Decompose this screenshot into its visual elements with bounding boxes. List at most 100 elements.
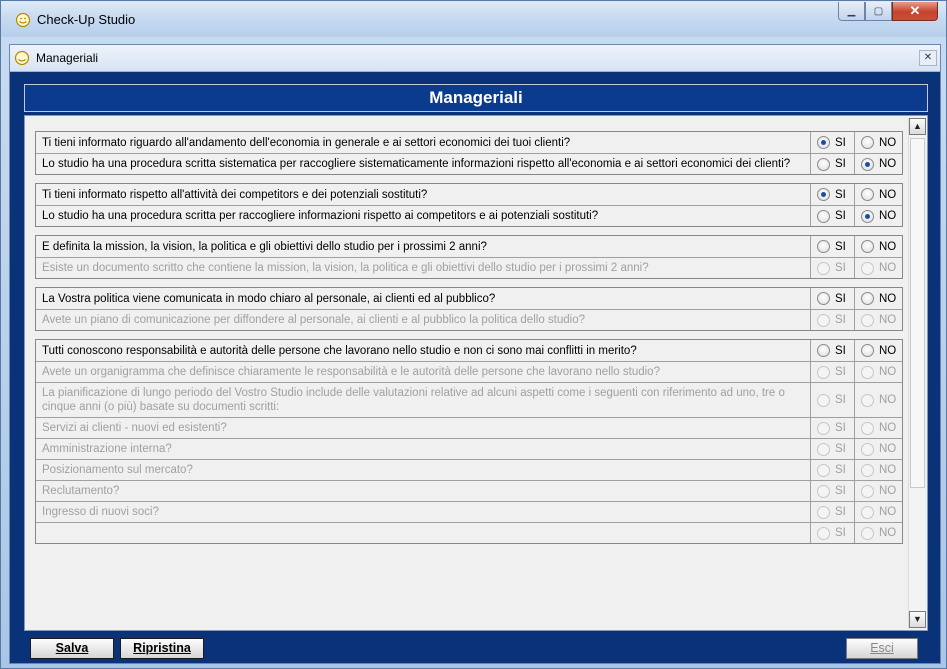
question-group: Tutti conoscono responsabilità e autorit… <box>35 339 903 544</box>
radio-icon <box>861 209 874 223</box>
question-row: Ti tieni informato rispetto all'attività… <box>36 184 902 205</box>
radio-icon <box>817 442 830 456</box>
question-row: Lo studio ha una procedura scritta per r… <box>36 205 902 226</box>
radio-icon <box>817 344 830 357</box>
app-window: Check-Up Studio ▁ ▢ ✕ Manageriali ✕ Mana… <box>0 0 947 669</box>
question-row: Reclutamento? SI NO <box>36 480 902 501</box>
answer-si-radio[interactable]: SI <box>811 132 855 153</box>
radio-icon <box>861 157 874 171</box>
radio-label: NO <box>879 210 897 222</box>
answer-no-radio: NO <box>855 460 902 480</box>
radio-icon <box>861 365 874 379</box>
close-button[interactable]: ✕ <box>892 2 938 21</box>
radio-icon <box>817 393 830 407</box>
question-row: Ingresso di nuovi soci? SI NO <box>36 501 902 522</box>
answer-no-radio: NO <box>855 502 902 522</box>
answer-no-radio[interactable]: NO <box>855 206 902 226</box>
answer-no-radio[interactable]: NO <box>855 184 902 205</box>
close-icon: ✕ <box>923 52 933 63</box>
radio-label: SI <box>835 344 846 357</box>
maximize-button[interactable]: ▢ <box>865 2 892 21</box>
save-label: Salva <box>55 641 89 655</box>
vertical-scrollbar[interactable]: ▲ ▼ <box>908 118 926 628</box>
radio-label: SI <box>835 314 846 326</box>
radio-icon <box>861 393 874 407</box>
question-row: Amministrazione interna? SI NO <box>36 438 902 459</box>
radio-label: NO <box>879 422 897 434</box>
answer-si-radio[interactable]: SI <box>811 340 855 361</box>
question-text: Reclutamento? <box>36 481 811 501</box>
question-text: Ti tieni informato riguardo all'andament… <box>36 132 811 153</box>
scroll-down-button[interactable]: ▼ <box>909 611 926 628</box>
radio-label: SI <box>835 366 846 378</box>
question-text: Ti tieni informato rispetto all'attività… <box>36 184 811 205</box>
question-text: Tutti conoscono responsabilità e autorit… <box>36 340 811 361</box>
exit-button[interactable]: Esci <box>846 638 918 659</box>
radio-label: NO <box>879 366 897 378</box>
radio-icon <box>817 421 830 435</box>
radio-icon <box>861 313 874 327</box>
radio-icon <box>817 365 830 379</box>
questions-list: Ti tieni informato riguardo all'andament… <box>35 131 903 552</box>
answer-si-radio[interactable]: SI <box>811 288 855 309</box>
answer-no-radio[interactable]: NO <box>855 154 902 174</box>
question-group: Ti tieni informato riguardo all'andament… <box>35 131 903 175</box>
inner-close-button[interactable]: ✕ <box>919 50 937 66</box>
inner-title-bar[interactable]: Manageriali ✕ <box>10 45 940 72</box>
answer-no-radio[interactable]: NO <box>855 236 902 257</box>
save-button[interactable]: Salva <box>30 638 114 659</box>
radio-label: NO <box>879 527 897 539</box>
radio-label: SI <box>835 136 846 149</box>
answer-si-radio: SI <box>811 258 855 278</box>
radio-icon <box>817 505 830 519</box>
radio-label: NO <box>879 314 897 326</box>
answer-no-radio: NO <box>855 439 902 459</box>
answer-no-radio: NO <box>855 481 902 501</box>
scroll-up-button[interactable]: ▲ <box>909 118 926 135</box>
answer-si-radio: SI <box>811 383 855 417</box>
title-bar[interactable]: Check-Up Studio ▁ ▢ ✕ <box>1 1 946 37</box>
inner-title: Manageriali <box>36 51 99 65</box>
question-text: Esiste un documento scritto che contiene… <box>36 258 811 278</box>
radio-icon <box>817 313 830 327</box>
app-logo-icon <box>15 12 31 28</box>
radio-label: SI <box>835 240 846 253</box>
question-row: Posizionamento sul mercato? SI NO <box>36 459 902 480</box>
question-text: Lo studio ha una procedura scritta siste… <box>36 154 811 174</box>
question-row: Avete un organigramma che definisce chia… <box>36 361 902 382</box>
window-title: Check-Up Studio <box>37 12 136 27</box>
radio-icon <box>817 240 830 253</box>
answer-si-radio[interactable]: SI <box>811 206 855 226</box>
answer-si-radio[interactable]: SI <box>811 184 855 205</box>
restore-button[interactable]: Ripristina <box>120 638 204 659</box>
radio-label: NO <box>879 158 897 170</box>
answer-no-radio[interactable]: NO <box>855 340 902 361</box>
radio-label: SI <box>835 506 846 518</box>
radio-label: NO <box>879 464 897 476</box>
scroll-thumb[interactable] <box>910 138 925 488</box>
radio-label: SI <box>835 527 846 539</box>
minimize-button[interactable]: ▁ <box>838 2 865 21</box>
answer-no-radio: NO <box>855 362 902 382</box>
radio-icon <box>861 463 874 477</box>
answer-si-radio: SI <box>811 418 855 438</box>
question-text: Posizionamento sul mercato? <box>36 460 811 480</box>
question-text: Amministrazione interna? <box>36 439 811 459</box>
answer-no-radio: NO <box>855 310 902 330</box>
radio-label: NO <box>879 262 897 274</box>
radio-icon <box>817 136 830 149</box>
radio-label: NO <box>879 136 897 149</box>
radio-icon <box>817 463 830 477</box>
radio-label: SI <box>835 292 846 305</box>
radio-label: SI <box>835 188 846 201</box>
radio-label: NO <box>879 188 897 201</box>
answer-si-radio[interactable]: SI <box>811 236 855 257</box>
answer-no-radio[interactable]: NO <box>855 288 902 309</box>
radio-icon <box>861 484 874 498</box>
answer-si-radio[interactable]: SI <box>811 154 855 174</box>
radio-icon <box>817 292 830 305</box>
answer-no-radio[interactable]: NO <box>855 132 902 153</box>
question-row: La pianificazione di lungo periodo del V… <box>36 382 902 417</box>
radio-icon <box>817 526 830 540</box>
questions-panel: Ti tieni informato riguardo all'andament… <box>24 115 928 631</box>
